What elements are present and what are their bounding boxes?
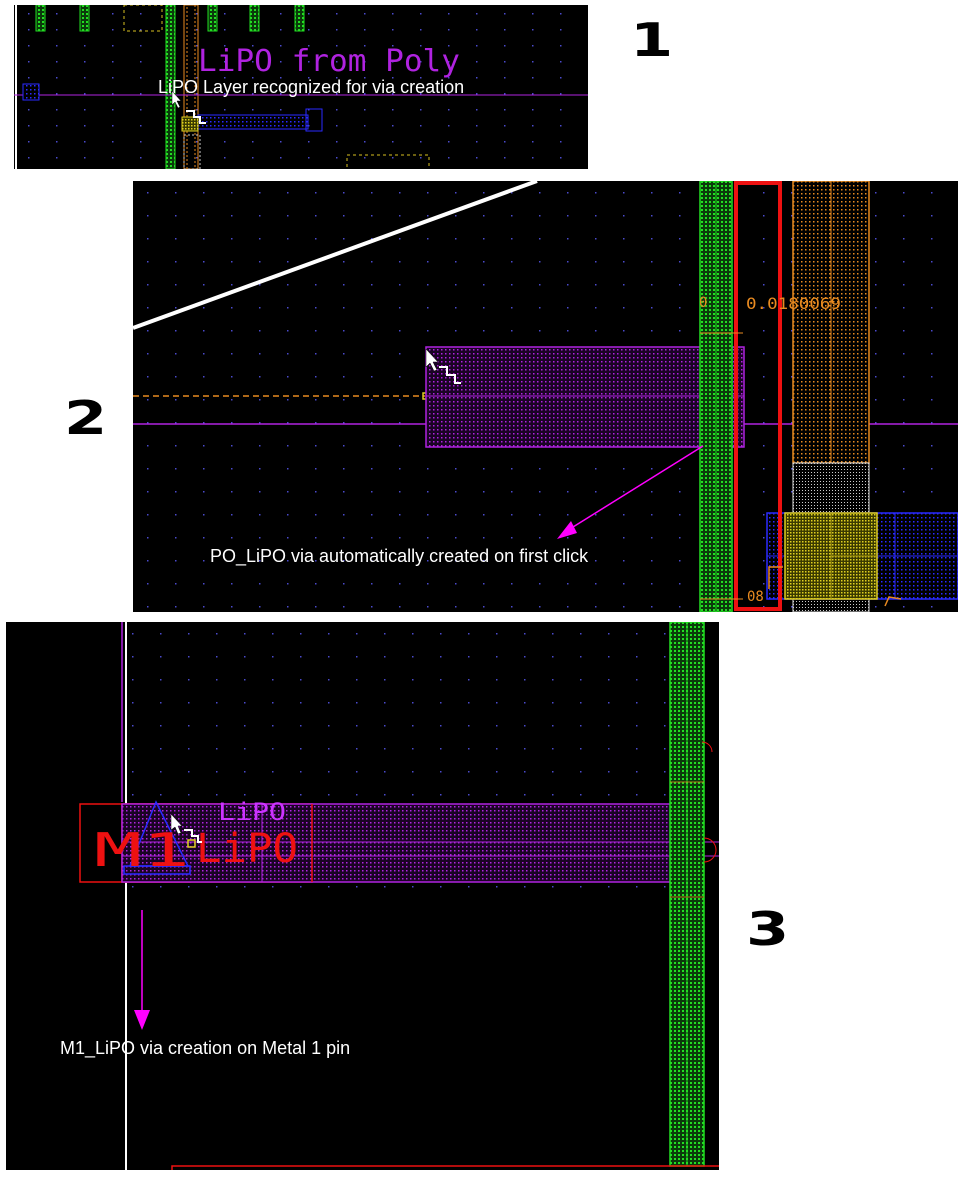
- layout-canvas-2[interactable]: 0 0.0180069 08 PO_LiPO via automatically…: [133, 181, 958, 612]
- annotation-lipo-recognized: LiPO Layer recognized for via creation: [158, 77, 464, 97]
- via-label-m1: M1: [94, 823, 190, 877]
- dimension-value: 0.0180069: [746, 294, 841, 313]
- layout-panel-1[interactable]: LiPO from Poly LiPO Layer recognized for…: [14, 5, 588, 169]
- step-number-1: 1: [630, 13, 674, 67]
- lipo-shape[interactable]: [425, 346, 745, 448]
- annotation-po-lipo-via: PO_LiPO via automatically created on fir…: [210, 546, 589, 567]
- step-number-3: 3: [746, 902, 790, 956]
- layout-panel-3[interactable]: M1 LiPO LiPO M1_LiPO via creation on Met…: [6, 622, 719, 1170]
- via-label-lipo: LiPO: [196, 826, 298, 872]
- step-number-2: 2: [64, 391, 108, 445]
- dimension-small-label: 08: [747, 589, 764, 605]
- annotation-arrow: [134, 910, 150, 1030]
- layer-label-lipo: LiPO: [218, 798, 286, 826]
- layout-canvas-1[interactable]: LiPO from Poly LiPO Layer recognized for…: [14, 5, 588, 169]
- layout-label-lipo-from-poly: LiPO from Poly: [198, 44, 460, 79]
- layout-panel-2[interactable]: 0 0.0180069 08 PO_LiPO via automatically…: [133, 181, 958, 612]
- layout-canvas-3[interactable]: M1 LiPO LiPO M1_LiPO via creation on Met…: [6, 622, 719, 1170]
- dimension-tick-label: 0: [699, 295, 707, 311]
- annotation-m1-lipo-via: M1_LiPO via creation on Metal 1 pin: [60, 1038, 350, 1059]
